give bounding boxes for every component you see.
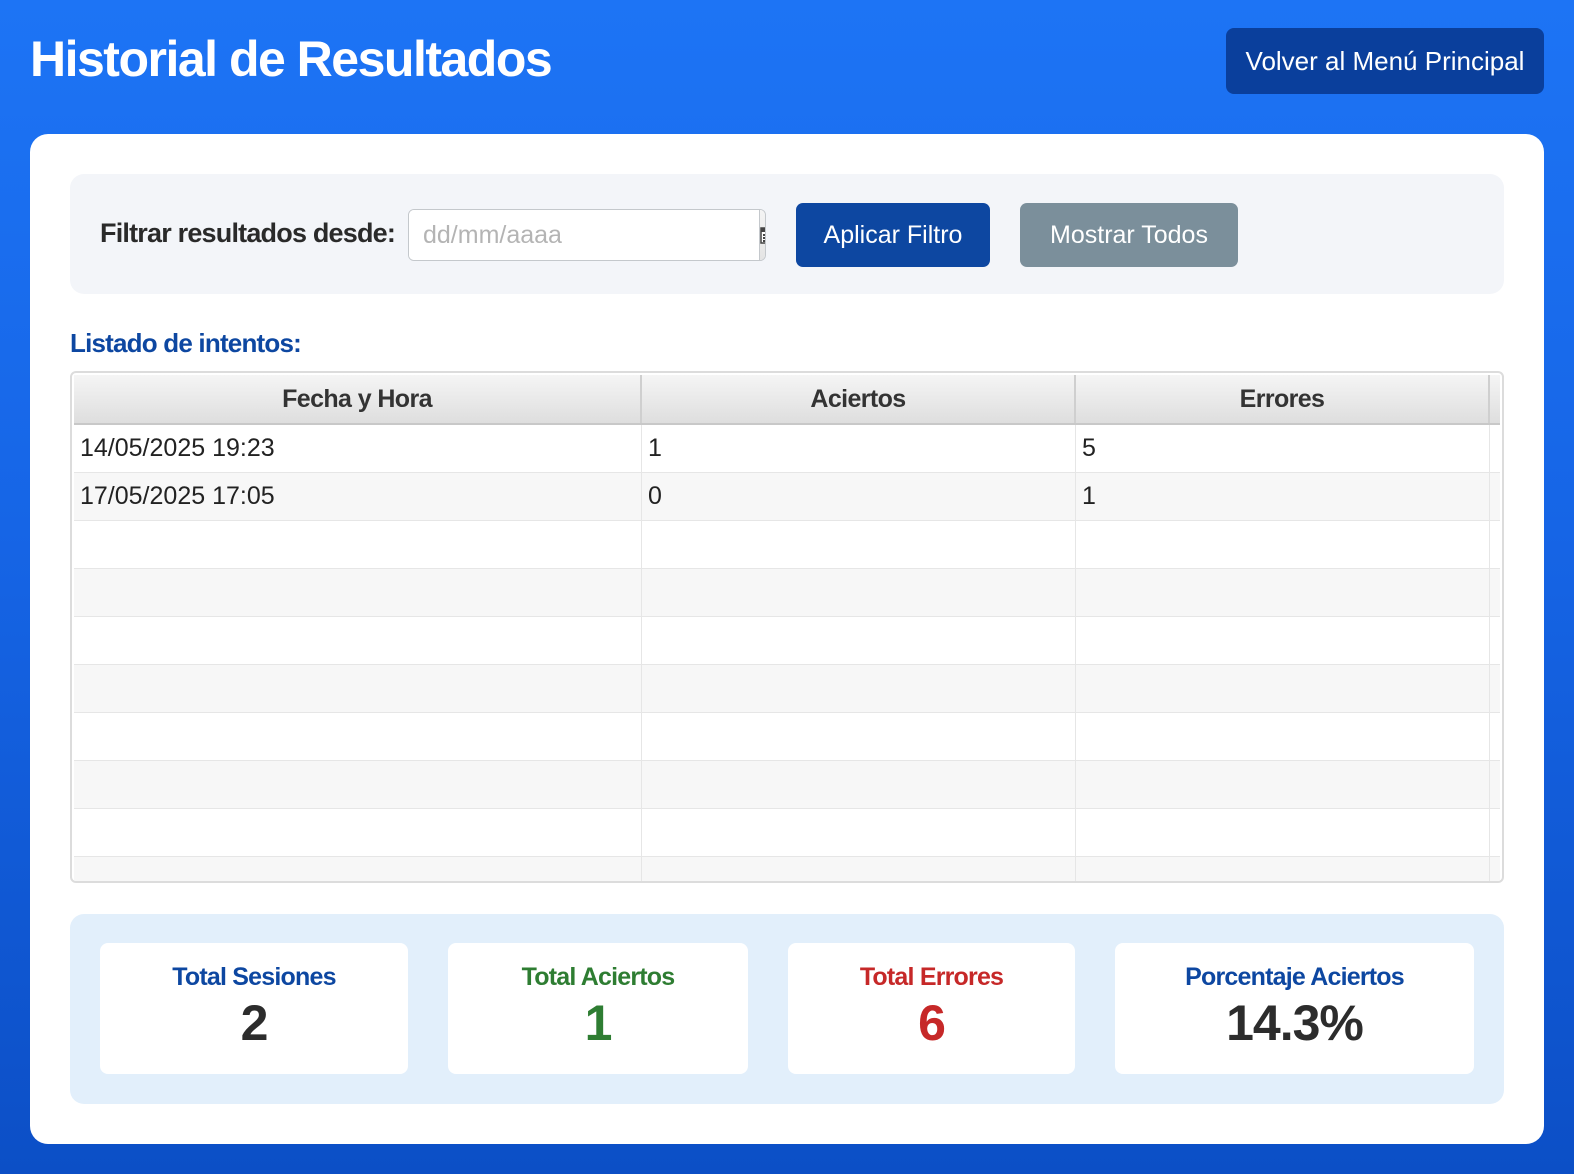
calendar-button[interactable]	[759, 210, 765, 260]
stat-value: 14.3%	[1226, 995, 1364, 1051]
empty-table-row	[74, 665, 1500, 713]
empty-cell	[74, 857, 642, 881]
empty-cell	[1076, 569, 1490, 616]
column-header-errors[interactable]: Errores	[1076, 375, 1490, 423]
cell-date: 14/05/2025 19:23	[74, 425, 642, 472]
table-row[interactable]: 14/05/2025 19:23 1 5	[74, 425, 1500, 473]
empty-cell	[74, 713, 642, 760]
empty-cell	[642, 761, 1076, 808]
column-header-correct[interactable]: Aciertos	[642, 375, 1076, 423]
stat-total-sessions: Total Sesiones 2	[100, 943, 408, 1074]
date-filter-field	[408, 209, 766, 261]
empty-table-row	[74, 569, 1500, 617]
table-header: Fecha y Hora Aciertos Errores	[74, 375, 1500, 425]
apply-filter-button[interactable]: Aplicar Filtro	[796, 203, 990, 267]
column-header-date[interactable]: Fecha y Hora	[74, 375, 642, 423]
empty-cell	[642, 857, 1076, 881]
stat-value: 2	[240, 995, 269, 1051]
cell-errors: 5	[1076, 425, 1490, 472]
empty-cell	[642, 665, 1076, 712]
empty-table-row	[74, 521, 1500, 569]
date-input[interactable]	[409, 210, 759, 260]
stat-label: Porcentaje Aciertos	[1185, 963, 1404, 991]
empty-table-row	[74, 617, 1500, 665]
results-card: Filtrar resultados desde: dd/mm/aaaa Apl…	[30, 134, 1544, 1144]
empty-table-row	[74, 857, 1500, 881]
stat-value: 1	[584, 995, 613, 1051]
empty-cell	[1076, 617, 1490, 664]
stat-label: Total Errores	[859, 963, 1004, 991]
empty-cell	[1076, 521, 1490, 568]
stat-success-percentage: Porcentaje Aciertos 14.3%	[1115, 943, 1474, 1074]
stats-panel: Total Sesiones 2 Total Aciertos 1 Total …	[70, 914, 1504, 1104]
list-heading: Listado de intentos:	[70, 328, 302, 358]
stat-label: Total Aciertos	[521, 963, 676, 991]
empty-cell	[1076, 665, 1490, 712]
page-title: Historial de Resultados	[30, 31, 553, 87]
cell-correct: 0	[642, 473, 1076, 520]
calendar-icon	[760, 227, 765, 244]
cell-date: 17/05/2025 17:05	[74, 473, 642, 520]
empty-cell	[642, 809, 1076, 856]
empty-cell	[74, 521, 642, 568]
empty-table-row	[74, 761, 1500, 809]
cell-errors: 1	[1076, 473, 1490, 520]
empty-cell	[642, 617, 1076, 664]
empty-cell	[74, 761, 642, 808]
empty-cell	[1076, 713, 1490, 760]
show-all-button[interactable]: Mostrar Todos	[1020, 203, 1238, 267]
empty-cell	[74, 665, 642, 712]
stat-total-correct: Total Aciertos 1	[448, 943, 748, 1074]
empty-cell	[1076, 761, 1490, 808]
stat-total-errors: Total Errores 6	[788, 943, 1075, 1074]
results-table: Fecha y Hora Aciertos Errores 14/05/2025…	[70, 371, 1504, 883]
empty-cell	[642, 521, 1076, 568]
stat-label: Total Sesiones	[172, 963, 336, 991]
filter-panel: Filtrar resultados desde: dd/mm/aaaa Apl…	[70, 174, 1504, 294]
empty-cell	[642, 569, 1076, 616]
filter-label: Filtrar resultados desde:	[100, 218, 396, 248]
empty-cell	[1076, 857, 1490, 881]
stat-value: 6	[918, 995, 946, 1051]
cell-correct: 1	[642, 425, 1076, 472]
table-body: 14/05/2025 19:23 1 5 17/05/2025 17:05 0 …	[74, 425, 1500, 881]
empty-table-row	[74, 713, 1500, 761]
empty-table-row	[74, 809, 1500, 857]
empty-cell	[74, 617, 642, 664]
back-to-main-menu-button[interactable]: Volver al Menú Principal	[1226, 28, 1544, 94]
empty-cell	[1076, 809, 1490, 856]
empty-cell	[74, 809, 642, 856]
empty-cell	[74, 569, 642, 616]
empty-cell	[642, 713, 1076, 760]
table-row[interactable]: 17/05/2025 17:05 0 1	[74, 473, 1500, 521]
